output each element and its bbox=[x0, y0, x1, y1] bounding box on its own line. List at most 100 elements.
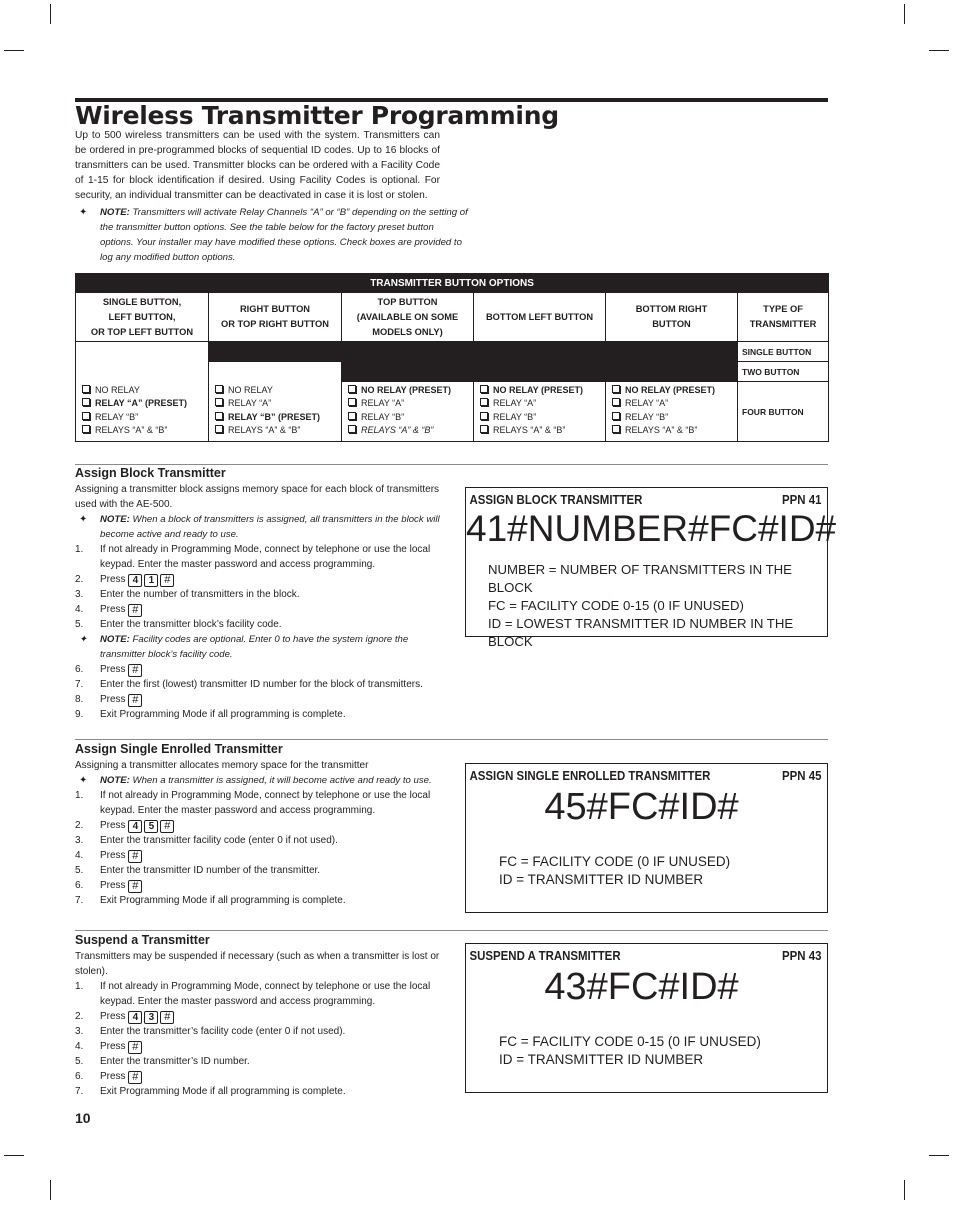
step-text: Exit Programming Mode if all programming… bbox=[100, 709, 346, 720]
step-number: 3. bbox=[75, 589, 84, 600]
section-suspend: Suspend a Transmitter Transmitters may b… bbox=[75, 933, 445, 1099]
column-header: SINGLE BUTTON, LEFT BUTTON, OR TOP LEFT … bbox=[75, 292, 209, 342]
step-text: Facility codes are optional. Enter 0 to … bbox=[100, 634, 409, 660]
checkbox-icon[interactable] bbox=[612, 425, 620, 434]
relay-option[interactable]: RELAY “B” bbox=[480, 411, 605, 425]
relay-option[interactable]: RELAYS “A” & “B” bbox=[348, 424, 473, 438]
checkbox-icon[interactable] bbox=[82, 398, 90, 407]
checkbox-icon[interactable] bbox=[612, 398, 620, 407]
relay-option[interactable]: RELAY “A” bbox=[480, 397, 605, 411]
step-number: 1. bbox=[75, 790, 84, 801]
note-label: NOTE: bbox=[100, 514, 130, 525]
step-item: 4. Press # bbox=[75, 1039, 445, 1054]
relay-option[interactable]: RELAY “A” bbox=[612, 397, 737, 411]
relay-option[interactable]: RELAYS “A” & “B” bbox=[215, 424, 341, 438]
options-cell: NO RELAY (PRESET) RELAY “A” RELAY “B” RELAY… bbox=[473, 381, 606, 442]
relay-option[interactable]: RELAY “B” bbox=[612, 411, 737, 425]
ppn-number: PPN 43 bbox=[782, 948, 822, 963]
crop-mark bbox=[929, 50, 949, 51]
step-text: Press bbox=[100, 820, 126, 831]
step-item: 7. Enter the first (lowest) transmitter I… bbox=[75, 677, 445, 692]
step-number: 8. bbox=[75, 694, 84, 705]
ppn-legend: NUMBER = NUMBER OF TRANSMITTERS IN THE B… bbox=[466, 561, 827, 651]
step-text: If not already in Programming Mode, conn… bbox=[100, 544, 431, 570]
relay-option[interactable]: RELAY “B” (PRESET) bbox=[215, 411, 341, 425]
checkbox-icon[interactable] bbox=[480, 411, 488, 420]
key-hash-icon: # bbox=[128, 694, 143, 707]
crop-mark bbox=[50, 1180, 51, 1200]
checkbox-icon[interactable] bbox=[480, 425, 488, 434]
checkbox-icon[interactable] bbox=[612, 384, 620, 393]
relay-option[interactable]: NO RELAY (PRESET) bbox=[612, 384, 737, 398]
checkbox-icon[interactable] bbox=[82, 384, 90, 393]
legend-line: FC = FACILITY CODE (0 IF UNUSED) bbox=[499, 854, 731, 869]
checkbox-icon[interactable] bbox=[82, 425, 90, 434]
column-header: TOP BUTTON (AVAILABLE ON SOME MODELS ONL… bbox=[341, 292, 474, 342]
relay-option[interactable]: RELAYS “A” & “B” bbox=[480, 424, 605, 438]
legend-line: FC = FACILITY CODE 0-15 (0 IF UNUSED) bbox=[488, 598, 744, 613]
ppn-legend: FC = FACILITY CODE 0-15 (0 IF UNUSED) ID … bbox=[466, 1033, 827, 1069]
relay-option[interactable]: NO RELAY bbox=[82, 384, 208, 398]
step-text: Exit Programming Mode if all programming… bbox=[100, 1086, 346, 1097]
option-label: NO RELAY (PRESET) bbox=[361, 384, 452, 395]
relay-option[interactable]: RELAY “B” bbox=[82, 411, 208, 425]
crop-mark bbox=[4, 50, 24, 51]
type-four-button: FOUR BUTTON bbox=[736, 381, 830, 442]
relay-option[interactable]: RELAY “B” bbox=[348, 411, 473, 425]
crop-mark bbox=[50, 4, 51, 24]
step-number: 6. bbox=[75, 664, 84, 675]
options-cell: NO RELAY (PRESET) RELAY “A” RELAY “B” RELAY… bbox=[341, 381, 474, 442]
checkbox-icon[interactable] bbox=[215, 384, 223, 393]
step-number: 4. bbox=[75, 604, 84, 615]
relay-option[interactable]: NO RELAY (PRESET) bbox=[480, 384, 605, 398]
step-number: 9. bbox=[75, 709, 84, 720]
checkbox-icon[interactable] bbox=[348, 384, 356, 393]
relay-option[interactable]: NO RELAY (PRESET) bbox=[348, 384, 473, 398]
section-assign-block: Assign Block Transmitter Assigning a tra… bbox=[75, 466, 445, 722]
step-item: 7. Exit Programming Mode if all programmi… bbox=[75, 893, 445, 908]
relay-option[interactable]: RELAY “A” bbox=[215, 397, 341, 411]
step-text: Press bbox=[100, 1041, 126, 1052]
relay-option[interactable]: RELAYS “A” & “B” bbox=[612, 424, 737, 438]
section-description: Assigning a transmitter allocates memory… bbox=[75, 760, 369, 771]
step-text: Press bbox=[100, 1011, 126, 1022]
checkbox-icon[interactable] bbox=[348, 425, 356, 434]
legend-line: NUMBER = NUMBER OF TRANSMITTERS IN THE B… bbox=[488, 562, 792, 595]
step-number: 5. bbox=[75, 865, 84, 876]
note-label: NOTE: bbox=[100, 775, 130, 786]
not-applicable-cell bbox=[341, 361, 738, 382]
checkbox-icon[interactable] bbox=[215, 425, 223, 434]
section-divider bbox=[75, 464, 828, 465]
note-star-icon: ✦ bbox=[79, 514, 88, 525]
options-cell: NO RELAY (PRESET) RELAY “A” RELAY “B” RELAY… bbox=[605, 381, 738, 442]
relay-option[interactable]: RELAY “A” bbox=[348, 397, 473, 411]
step-item: 4. Press # bbox=[75, 848, 445, 863]
option-label: RELAY “A” bbox=[228, 398, 272, 409]
relay-option[interactable]: RELAYS “A” & “B” bbox=[82, 424, 208, 438]
crop-mark bbox=[904, 4, 905, 24]
ppn-number: PPN 45 bbox=[782, 768, 822, 783]
relay-option[interactable]: RELAY “A” (PRESET) bbox=[82, 397, 208, 411]
step-text: If not already in Programming Mode, conn… bbox=[100, 790, 431, 816]
checkbox-icon[interactable] bbox=[348, 411, 356, 420]
step-item: 2. Press 4 1 # bbox=[75, 572, 445, 587]
key-hash-icon: # bbox=[160, 1011, 175, 1024]
checkbox-icon[interactable] bbox=[215, 411, 223, 420]
step-item: 8. Press # bbox=[75, 692, 445, 707]
checkbox-icon[interactable] bbox=[480, 384, 488, 393]
checkbox-icon[interactable] bbox=[348, 398, 356, 407]
step-number: 5. bbox=[75, 1056, 84, 1067]
step-text: Enter the number of transmitters in the … bbox=[100, 589, 300, 600]
legend-line: FC = FACILITY CODE 0-15 (0 IF UNUSED) bbox=[499, 1034, 761, 1049]
checkbox-icon[interactable] bbox=[215, 398, 223, 407]
relay-option[interactable]: NO RELAY bbox=[215, 384, 341, 398]
option-label: RELAY “B” bbox=[361, 411, 405, 422]
note-star-icon: ✦ bbox=[79, 775, 88, 786]
checkbox-icon[interactable] bbox=[82, 411, 90, 420]
ppn-box-assign-single: ASSIGN SINGLE ENROLLED TRANSMITTER PPN 45… bbox=[465, 763, 828, 913]
checkbox-icon[interactable] bbox=[612, 411, 620, 420]
step-text: Press bbox=[100, 880, 126, 891]
checkbox-icon[interactable] bbox=[480, 398, 488, 407]
section-description: Assigning a transmitter block assigns me… bbox=[75, 484, 440, 510]
options-cell: NO RELAY RELAY “A” RELAY “B” (PRESET) RELAY… bbox=[208, 361, 342, 442]
